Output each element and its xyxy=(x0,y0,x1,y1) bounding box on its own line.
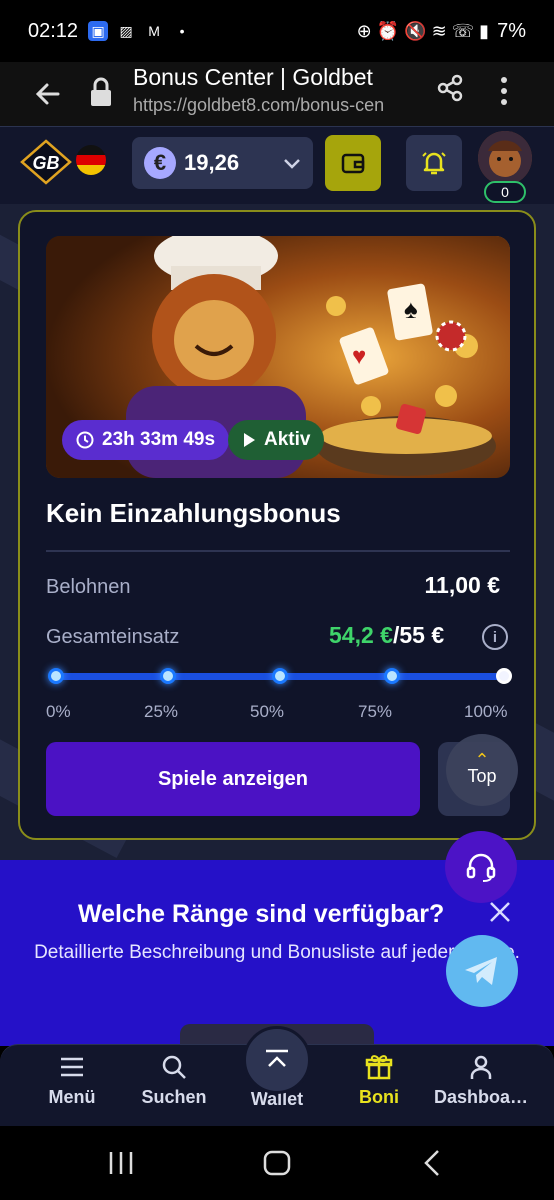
nav-item-search[interactable]: Suchen xyxy=(119,1053,229,1108)
site-header: GB € 19,26 0 xyxy=(0,126,554,204)
tick-label: 50% xyxy=(250,702,285,721)
notifications-button[interactable] xyxy=(406,135,462,191)
telegram-button[interactable] xyxy=(446,935,518,1007)
reward-label: Belohnen xyxy=(46,576,131,598)
wallet-fab-button[interactable] xyxy=(243,1026,311,1094)
balance-amount: 19,26 xyxy=(184,150,240,175)
support-chat-button[interactable] xyxy=(445,831,517,903)
android-navigation-bar xyxy=(0,1126,554,1200)
wallet-expand-icon xyxy=(266,1049,288,1067)
system-icons: ⊕ ⏰ 🔇 ≋ ☏ ▮ xyxy=(356,20,490,41)
notification-icons: ▣ ▨ M • xyxy=(88,21,192,41)
tick-label: 75% xyxy=(358,702,393,721)
tick-label: 0% xyxy=(46,702,71,721)
svg-text:♠: ♠ xyxy=(404,295,418,324)
bonus-hero-image: ♠ ♥ 23h 33m 49s Aktiv xyxy=(46,236,510,478)
wager-progress-bar xyxy=(48,668,512,684)
play-icon xyxy=(244,433,255,447)
nav-item-dashboard[interactable]: Dashboa… xyxy=(426,1053,536,1108)
promo-title: Welche Ränge sind verfügbar? xyxy=(78,900,445,928)
gmail-icon: M xyxy=(148,23,160,39)
wallet-icon xyxy=(341,153,365,174)
wager-progress-value: 54,2 €/55 € xyxy=(329,622,444,649)
bonus-status: Aktiv xyxy=(264,429,311,450)
progress-dot xyxy=(48,668,64,684)
nav-label: Dashboa… xyxy=(433,1087,529,1107)
page-title: Bonus Center | Goldbet xyxy=(133,64,373,90)
reward-value: 11,00 € xyxy=(424,572,500,598)
divider xyxy=(46,550,510,552)
address-bar[interactable]: Bonus Center | Goldbet https://goldbet8.… xyxy=(133,62,418,116)
tick-label: 25% xyxy=(144,702,179,721)
nav-label: Menü xyxy=(48,1087,96,1107)
bell-icon xyxy=(422,152,446,175)
bonus-timer: 23h 33m 49s xyxy=(102,429,216,450)
tick-label: 100% xyxy=(464,702,508,721)
nav-label: Suchen xyxy=(141,1087,207,1107)
bonus-timer-chip: 23h 33m 49s xyxy=(62,420,230,460)
lock-icon xyxy=(91,77,111,106)
chevron-down-icon xyxy=(284,159,300,169)
wallet-button[interactable] xyxy=(325,135,381,191)
headset-icon xyxy=(466,853,496,882)
chevron-up-icon: ⌃ xyxy=(474,749,490,770)
home-icon[interactable] xyxy=(262,1148,292,1178)
status-time: 02:12 xyxy=(28,19,79,42)
progress-dot xyxy=(384,668,400,684)
bonus-status-chip: Aktiv xyxy=(228,420,325,460)
dot-icon: • xyxy=(179,23,185,39)
svg-text:♥: ♥ xyxy=(352,344,366,370)
bonus-title: Kein Einzahlungsbonus xyxy=(46,498,341,528)
goldbet-logo[interactable]: GB xyxy=(20,139,72,185)
close-icon[interactable] xyxy=(488,900,512,924)
progress-dot xyxy=(272,668,288,684)
progress-dot xyxy=(160,668,176,684)
language-flag-de[interactable] xyxy=(76,145,106,175)
scroll-top-button[interactable]: ⌃ Top xyxy=(446,734,518,806)
battery-level: 7% xyxy=(497,19,526,42)
scroll-top-label: Top xyxy=(467,765,497,786)
browser-toolbar: Bonus Center | Goldbet https://goldbet8.… xyxy=(0,62,554,126)
recent-apps-icon[interactable] xyxy=(106,1148,136,1178)
gift-icon xyxy=(365,1055,393,1080)
more-vert-icon[interactable] xyxy=(494,74,514,108)
avatar-level-badge: 0 xyxy=(484,181,526,203)
telegram-icon xyxy=(465,957,497,985)
show-games-button[interactable]: Spiele anzeigen xyxy=(46,742,420,816)
back-icon[interactable] xyxy=(418,1148,448,1178)
menu-icon xyxy=(61,1057,83,1077)
progress-dot xyxy=(496,668,512,684)
nav-label: Boni xyxy=(359,1087,399,1107)
status-bar: 02:12 ▣ ▨ M • ⊕ ⏰ 🔇 ≋ ☏ ▮ 7% xyxy=(0,0,554,62)
balance-selector[interactable]: € 19,26 xyxy=(132,137,313,189)
share-icon[interactable] xyxy=(436,74,464,102)
svg-text:GB: GB xyxy=(33,153,60,173)
app-notification-icon: ▣ xyxy=(88,21,109,41)
wager-current: 54,2 € xyxy=(329,622,393,648)
user-icon xyxy=(470,1055,492,1079)
avatar[interactable] xyxy=(478,131,532,185)
url-text: https://goldbet8.com/bonus-cen xyxy=(133,95,385,115)
nav-item-menu[interactable]: Menü xyxy=(17,1053,127,1108)
status-right: ⊕ ⏰ 🔇 ≋ ☏ ▮ 7% xyxy=(357,20,526,43)
gallery-icon: ▨ xyxy=(119,22,133,39)
clock-icon xyxy=(76,431,94,449)
wager-total: /55 € xyxy=(392,622,445,648)
back-arrow-icon[interactable] xyxy=(0,62,96,126)
euro-icon: € xyxy=(144,147,176,179)
search-icon xyxy=(162,1055,186,1079)
wager-label: Gesamteinsatz xyxy=(46,626,180,648)
nav-item-bonuses[interactable]: Boni xyxy=(324,1053,434,1108)
info-icon[interactable]: i xyxy=(482,624,508,650)
